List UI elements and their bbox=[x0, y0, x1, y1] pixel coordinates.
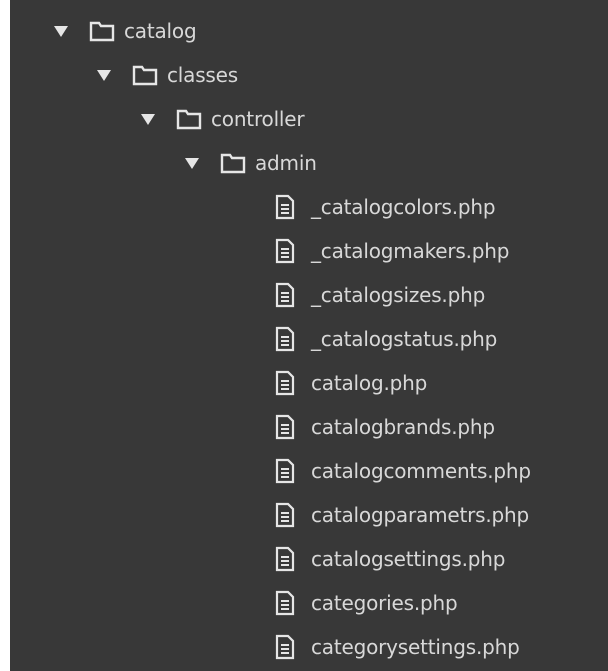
file-name: catalog.php bbox=[311, 371, 428, 395]
file-tree-panel: catalog classes controller admin _catalo… bbox=[10, 0, 608, 671]
folder-name: admin bbox=[255, 151, 317, 175]
folder-icon bbox=[88, 19, 116, 43]
file-icon bbox=[273, 413, 297, 441]
file-icon bbox=[273, 193, 297, 221]
tree-folder-controller[interactable]: controller bbox=[10, 97, 531, 141]
file-name: catalogparametrs.php bbox=[311, 503, 529, 527]
file-tree: catalog classes controller admin _catalo… bbox=[10, 9, 531, 669]
file-name: catalogcomments.php bbox=[311, 459, 531, 483]
file-name: _catalogcolors.php bbox=[311, 195, 496, 219]
file-icon bbox=[273, 325, 297, 353]
folder-name: controller bbox=[211, 107, 305, 131]
file-name: categorysettings.php bbox=[311, 635, 520, 659]
expand-arrow-icon[interactable] bbox=[93, 64, 115, 86]
tree-file[interactable]: catalogsettings.php bbox=[10, 537, 531, 581]
file-icon bbox=[273, 281, 297, 309]
tree-file[interactable]: catalog.php bbox=[10, 361, 531, 405]
folder-icon bbox=[219, 151, 247, 175]
tree-file[interactable]: categories.php bbox=[10, 581, 531, 625]
tree-file[interactable]: _catalogmakers.php bbox=[10, 229, 531, 273]
expand-arrow-icon[interactable] bbox=[50, 20, 72, 42]
tree-file[interactable]: catalogparametrs.php bbox=[10, 493, 531, 537]
file-icon bbox=[273, 457, 297, 485]
file-name: catalogbrands.php bbox=[311, 415, 495, 439]
tree-file[interactable]: catalogbrands.php bbox=[10, 405, 531, 449]
file-icon bbox=[273, 237, 297, 265]
tree-file[interactable]: _catalogsizes.php bbox=[10, 273, 531, 317]
tree-file[interactable]: catalogcomments.php bbox=[10, 449, 531, 493]
file-icon bbox=[273, 633, 297, 661]
file-name: _catalogsizes.php bbox=[311, 283, 486, 307]
folder-icon bbox=[131, 63, 159, 87]
tree-file[interactable]: _catalogstatus.php bbox=[10, 317, 531, 361]
tree-file[interactable]: _catalogcolors.php bbox=[10, 185, 531, 229]
file-icon bbox=[273, 545, 297, 573]
file-icon bbox=[273, 501, 297, 529]
file-name: _catalogmakers.php bbox=[311, 239, 510, 263]
tree-folder-catalog[interactable]: catalog bbox=[10, 9, 531, 53]
file-icon bbox=[273, 369, 297, 397]
tree-folder-admin[interactable]: admin bbox=[10, 141, 531, 185]
expand-arrow-icon[interactable] bbox=[137, 108, 159, 130]
folder-icon bbox=[175, 107, 203, 131]
file-name: categories.php bbox=[311, 591, 458, 615]
expand-arrow-icon[interactable] bbox=[181, 152, 203, 174]
folder-name: catalog bbox=[124, 19, 197, 43]
file-icon bbox=[273, 589, 297, 617]
file-name: _catalogstatus.php bbox=[311, 327, 498, 351]
tree-file[interactable]: categorysettings.php bbox=[10, 625, 531, 669]
tree-folder-classes[interactable]: classes bbox=[10, 53, 531, 97]
folder-name: classes bbox=[167, 63, 238, 87]
file-name: catalogsettings.php bbox=[311, 547, 506, 571]
